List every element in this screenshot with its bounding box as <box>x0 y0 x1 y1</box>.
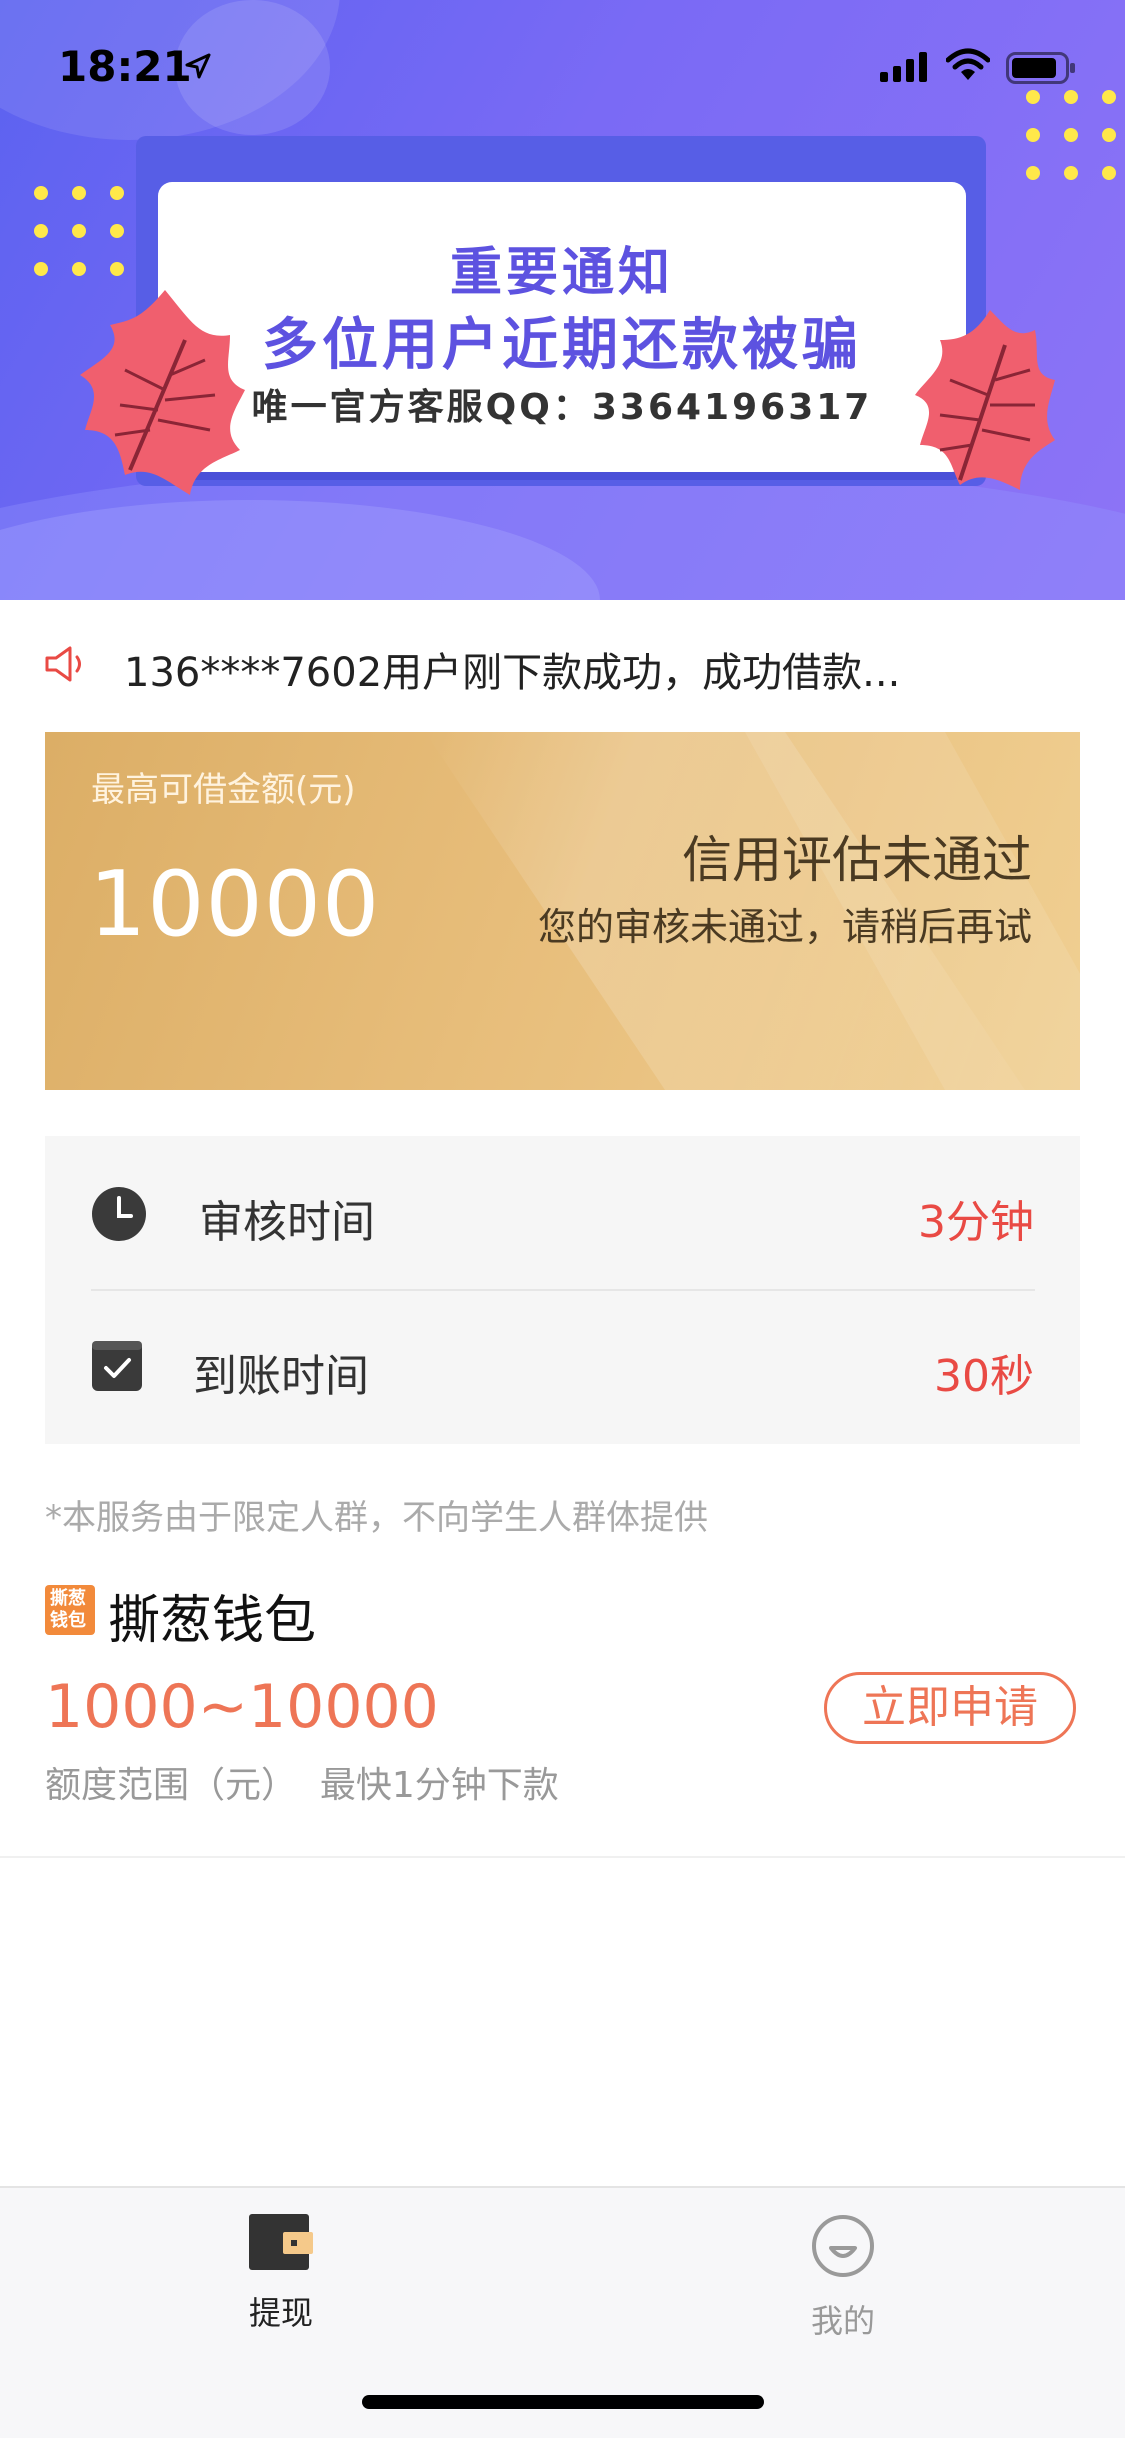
info-row-arrival: 到账时间 30秒 <box>45 1290 1080 1444</box>
status-time: 18:21 <box>58 42 192 91</box>
apply-button[interactable]: 立即申请 <box>824 1672 1076 1744</box>
product-logo: 撕葱 钱包 <box>45 1585 95 1635</box>
max-amount-value: 10000 <box>89 852 381 957</box>
product-range: 1000~10000 <box>45 1672 439 1742</box>
smiley-icon <box>812 2215 874 2277</box>
tab-withdraw[interactable]: 提现 <box>181 2214 381 2334</box>
max-amount-label: 最高可借金额(元) <box>91 770 356 810</box>
banner-headline: 多位用户近期还款被骗 <box>262 313 862 378</box>
tab-label: 提现 <box>248 2294 313 2332</box>
timing-info: 审核时间 3分钟 到账时间 30秒 <box>45 1136 1080 1444</box>
product-logo-text: 钱包 <box>50 1610 86 1631</box>
leaf-icon <box>80 290 245 495</box>
info-label: 审核时间 <box>199 1197 375 1248</box>
dots-decor <box>34 186 124 276</box>
product-name: 撕葱钱包 <box>108 1591 317 1651</box>
banner-contact: 唯一官方客服QQ：3364196317 <box>251 387 873 428</box>
battery-icon <box>1006 52 1075 84</box>
product-logo-text: 撕葱 <box>50 1588 86 1609</box>
notice-board: 重要通知 多位用户近期还款被骗 唯一官方客服QQ：3364196317 <box>158 182 966 472</box>
credit-card: 最高可借金额(元) 10000 信用评估未通过 您的审核未通过，请稍后再试 <box>45 732 1080 1090</box>
service-notice: *本服务由于限定人群，不向学生人群体提供 <box>45 1498 708 1538</box>
info-value: 30秒 <box>934 1351 1034 1402</box>
product-desc: 额度范围（元） 最快1分钟下款 <box>45 1765 559 1806</box>
loan-ticker: 136****7602用户刚下款成功，成功借款... <box>0 600 1125 730</box>
ticker-text: 136****7602用户刚下款成功，成功借款... <box>124 650 901 696</box>
credit-status: 信用评估未通过 <box>682 831 1032 889</box>
tab-mine[interactable]: 我的 <box>743 2214 943 2342</box>
credit-status-detail: 您的审核未通过，请稍后再试 <box>537 905 1032 949</box>
home-indicator[interactable] <box>362 2395 764 2409</box>
calendar-check-icon <box>92 1341 142 1391</box>
wallet-icon <box>249 2214 313 2270</box>
info-value: 3分钟 <box>918 1197 1034 1248</box>
info-label: 到账时间 <box>193 1351 369 1402</box>
leaf-icon <box>915 310 1055 490</box>
speaker-icon <box>45 646 81 682</box>
signal-icon <box>880 52 927 82</box>
status-bar: 18:21 <box>0 0 1125 132</box>
tab-label: 我的 <box>810 2302 875 2340</box>
clock-icon <box>92 1187 146 1241</box>
wifi-icon <box>946 48 990 80</box>
divider <box>0 1856 1125 1858</box>
location-arrow-icon <box>185 53 211 79</box>
banner-title: 重要通知 <box>449 243 674 303</box>
info-row-review: 审核时间 3分钟 <box>45 1136 1080 1290</box>
